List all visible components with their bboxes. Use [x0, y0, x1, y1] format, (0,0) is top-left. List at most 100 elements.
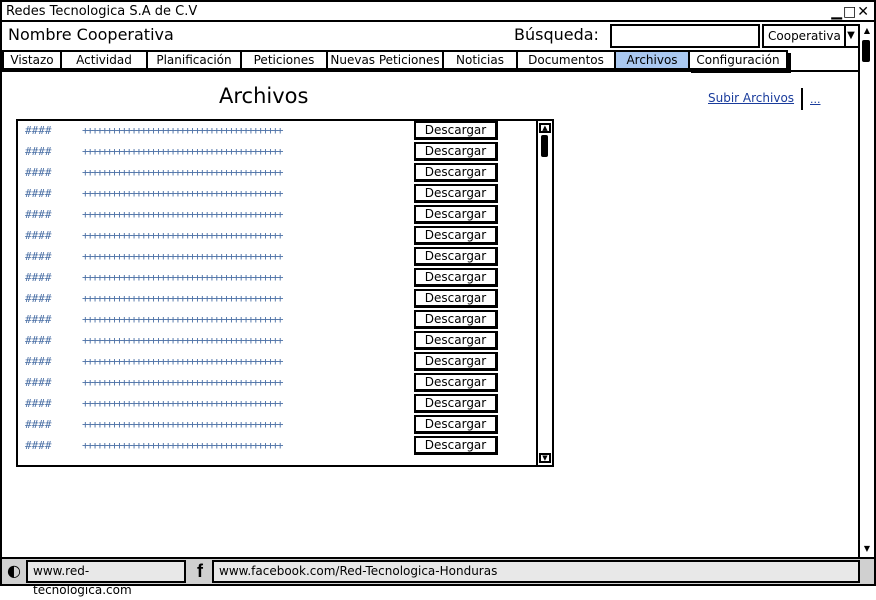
- table-row: #### ++++++++++++++++++++++++++++++++++++…: [18, 121, 538, 142]
- file-name: ++++++++++++++++++++++++++++++++++++++++…: [82, 124, 284, 137]
- download-button[interactable]: Descargar: [414, 310, 498, 329]
- download-button[interactable]: Descargar: [414, 247, 498, 266]
- download-button[interactable]: Descargar: [414, 163, 498, 182]
- file-id: ####: [25, 208, 52, 221]
- file-list: #### ++++++++++++++++++++++++++++++++++++…: [16, 119, 554, 467]
- download-button[interactable]: Descargar: [414, 142, 498, 161]
- file-name: ++++++++++++++++++++++++++++++++++++++++…: [82, 292, 284, 305]
- link-divider: [801, 88, 803, 110]
- download-button[interactable]: Descargar: [414, 352, 498, 371]
- search-input[interactable]: [610, 24, 760, 48]
- download-button[interactable]: Descargar: [414, 205, 498, 224]
- facebook-icon: f: [197, 561, 203, 581]
- file-name: ++++++++++++++++++++++++++++++++++++++++…: [82, 439, 284, 452]
- table-row: #### ++++++++++++++++++++++++++++++++++++…: [18, 268, 538, 289]
- file-list-scrollbar[interactable]: ▲ ▼: [536, 121, 552, 465]
- footer: ◐ www.red-tecnologica.com f www.facebook…: [2, 557, 874, 597]
- download-button[interactable]: Descargar: [414, 394, 498, 413]
- file-id: ####: [25, 187, 52, 200]
- scroll-down-icon[interactable]: ▼: [539, 453, 551, 463]
- file-name: ++++++++++++++++++++++++++++++++++++++++…: [82, 418, 284, 431]
- download-button[interactable]: Descargar: [414, 289, 498, 308]
- swirl-logo-icon: ◐: [7, 561, 21, 580]
- file-name: ++++++++++++++++++++++++++++++++++++++++…: [82, 187, 284, 200]
- tab-noticias[interactable]: Noticias: [442, 50, 516, 70]
- table-row: #### ++++++++++++++++++++++++++++++++++++…: [18, 352, 538, 373]
- file-id: ####: [25, 439, 52, 452]
- table-row: #### ++++++++++++++++++++++++++++++++++++…: [18, 184, 538, 205]
- cooperativa-select[interactable]: Cooperativa: [762, 24, 846, 48]
- download-button[interactable]: Descargar: [414, 184, 498, 203]
- tab-nuevas-peticiones[interactable]: Nuevas Peticiones: [326, 50, 442, 70]
- minimize-icon[interactable]: ▁: [831, 4, 843, 20]
- tab-divider: [2, 70, 858, 72]
- upload-files-link[interactable]: Subir Archivos: [708, 91, 794, 105]
- file-name: ++++++++++++++++++++++++++++++++++++++++…: [82, 376, 284, 389]
- file-id: ####: [25, 376, 52, 389]
- file-name: ++++++++++++++++++++++++++++++++++++++++…: [82, 166, 284, 179]
- file-id: ####: [25, 145, 52, 158]
- table-row: #### ++++++++++++++++++++++++++++++++++++…: [18, 436, 538, 457]
- file-name: ++++++++++++++++++++++++++++++++++++++++…: [82, 145, 284, 158]
- table-row: #### ++++++++++++++++++++++++++++++++++++…: [18, 289, 538, 310]
- file-name: ++++++++++++++++++++++++++++++++++++++++…: [82, 208, 284, 221]
- file-id: ####: [25, 250, 52, 263]
- table-row: #### ++++++++++++++++++++++++++++++++++++…: [18, 394, 538, 415]
- tab-configuración[interactable]: Configuración: [688, 50, 788, 70]
- app-title: Nombre Cooperativa: [8, 25, 174, 44]
- table-row: #### ++++++++++++++++++++++++++++++++++++…: [18, 415, 538, 436]
- scroll-up-icon[interactable]: ▲: [539, 123, 551, 133]
- page-scrollbar[interactable]: ▲ ▼: [858, 24, 874, 557]
- tab-planificación[interactable]: Planificación: [146, 50, 240, 70]
- header: Nombre Cooperativa Búsqueda: Cooperativa…: [2, 24, 860, 48]
- file-name: ++++++++++++++++++++++++++++++++++++++++…: [82, 334, 284, 347]
- scroll-up-icon[interactable]: ▲: [861, 26, 873, 36]
- window-title: Redes Tecnologica S.A de C.V: [6, 4, 198, 19]
- title-bar: Redes Tecnologica S.A de C.V ▁□✕: [2, 2, 874, 22]
- file-id: ####: [25, 334, 52, 347]
- file-id: ####: [25, 292, 52, 305]
- file-name: ++++++++++++++++++++++++++++++++++++++++…: [82, 355, 284, 368]
- table-row: #### ++++++++++++++++++++++++++++++++++++…: [18, 163, 538, 184]
- download-button[interactable]: Descargar: [414, 373, 498, 392]
- table-row: #### ++++++++++++++++++++++++++++++++++++…: [18, 247, 538, 268]
- tab-bar: Vistazo Actividad Planificación Peticiones N…: [2, 50, 788, 70]
- file-id: ####: [25, 397, 52, 410]
- tab-actividad[interactable]: Actividad: [60, 50, 146, 70]
- download-button[interactable]: Descargar: [414, 121, 498, 140]
- file-id: ####: [25, 124, 52, 137]
- file-name: ++++++++++++++++++++++++++++++++++++++++…: [82, 271, 284, 284]
- table-row: #### ++++++++++++++++++++++++++++++++++++…: [18, 310, 538, 331]
- page-title: Archivos: [219, 84, 309, 108]
- download-button[interactable]: Descargar: [414, 331, 498, 350]
- site-link[interactable]: www.red-tecnologica.com: [26, 560, 186, 597]
- tab-peticiones[interactable]: Peticiones: [240, 50, 326, 70]
- facebook-link[interactable]: www.facebook.com/Red-Tecnologica-Hondura…: [212, 560, 860, 583]
- scroll-thumb[interactable]: [862, 40, 870, 62]
- download-button[interactable]: Descargar: [414, 226, 498, 245]
- tab-vistazo[interactable]: Vistazo: [2, 50, 60, 70]
- window-controls: ▁□✕: [831, 2, 870, 22]
- download-button[interactable]: Descargar: [414, 436, 498, 455]
- file-id: ####: [25, 229, 52, 242]
- file-name: ++++++++++++++++++++++++++++++++++++++++…: [82, 250, 284, 263]
- table-row: #### ++++++++++++++++++++++++++++++++++++…: [18, 373, 538, 394]
- file-id: ####: [25, 166, 52, 179]
- file-id: ####: [25, 355, 52, 368]
- download-button[interactable]: Descargar: [414, 268, 498, 287]
- tab-documentos[interactable]: Documentos: [516, 50, 614, 70]
- more-link[interactable]: ...: [810, 93, 821, 106]
- maximize-icon[interactable]: □: [843, 4, 857, 20]
- scroll-down-icon[interactable]: ▼: [861, 544, 873, 554]
- close-icon[interactable]: ✕: [857, 4, 870, 20]
- table-row: #### ++++++++++++++++++++++++++++++++++++…: [18, 142, 538, 163]
- file-name: ++++++++++++++++++++++++++++++++++++++++…: [82, 397, 284, 410]
- file-id: ####: [25, 418, 52, 431]
- scroll-thumb[interactable]: [541, 135, 548, 157]
- tab-archivos[interactable]: Archivos: [614, 50, 688, 70]
- download-button[interactable]: Descargar: [414, 415, 498, 434]
- file-name: ++++++++++++++++++++++++++++++++++++++++…: [82, 313, 284, 326]
- table-row: #### ++++++++++++++++++++++++++++++++++++…: [18, 226, 538, 247]
- table-row: #### ++++++++++++++++++++++++++++++++++++…: [18, 331, 538, 352]
- file-id: ####: [25, 271, 52, 284]
